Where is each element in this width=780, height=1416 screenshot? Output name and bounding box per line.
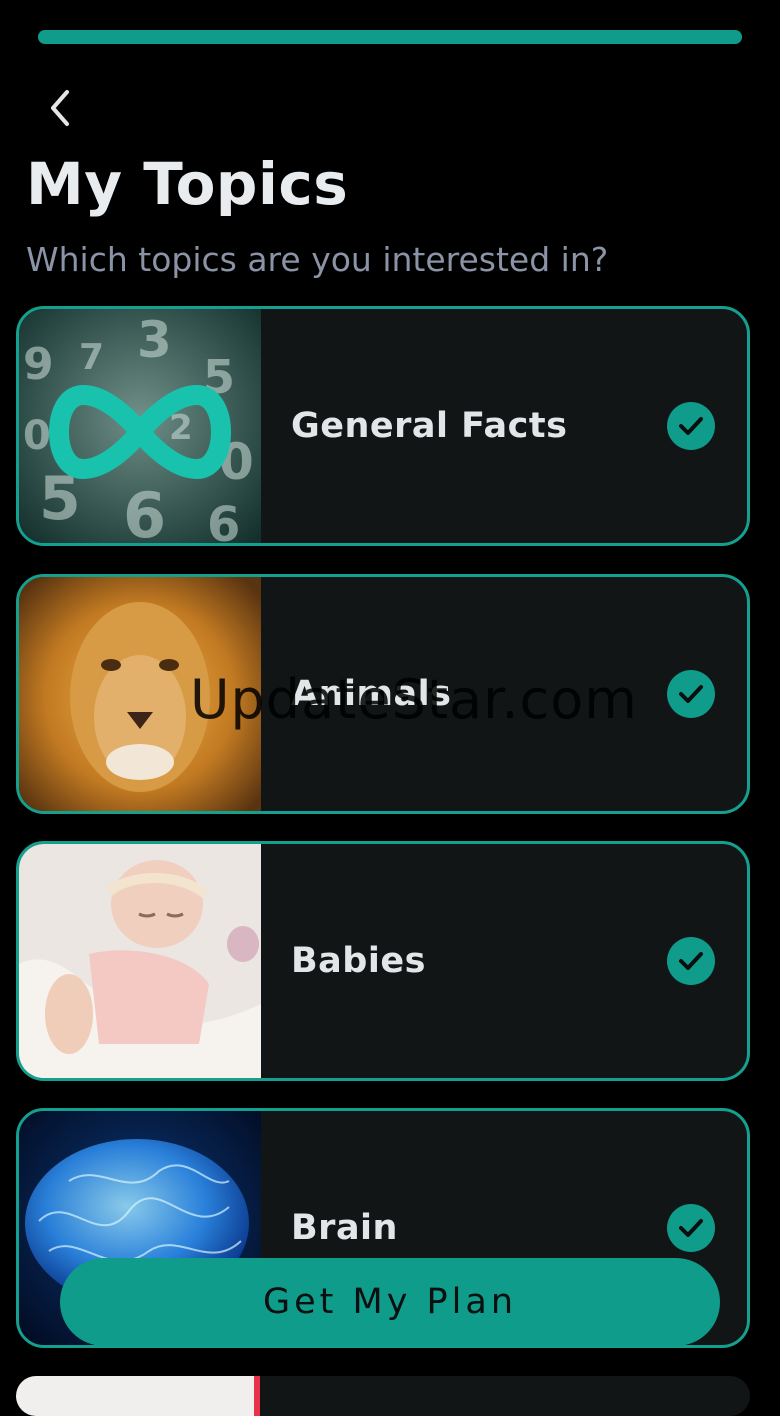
- back-button[interactable]: [36, 82, 84, 134]
- progress-bar: [38, 30, 742, 44]
- svg-text:7: 7: [79, 337, 104, 378]
- topic-label: Brain: [291, 1208, 398, 1248]
- check-icon: [667, 402, 715, 450]
- topic-card-partial[interactable]: [16, 1376, 750, 1416]
- svg-text:9: 9: [23, 339, 54, 390]
- topic-image-partial: [16, 1376, 258, 1416]
- topic-label: Animals: [291, 674, 452, 714]
- get-my-plan-button[interactable]: Get My Plan: [60, 1258, 720, 1346]
- check-icon: [667, 1204, 715, 1252]
- numbers-infinity-image: 9 7 3 5 0 5 6 6 0 2: [19, 309, 261, 543]
- page-title: My Topics: [26, 150, 349, 218]
- svg-text:6: 6: [207, 497, 240, 543]
- svg-text:0: 0: [23, 413, 51, 459]
- svg-text:6: 6: [123, 479, 166, 543]
- sleeping-baby-image: [19, 844, 261, 1078]
- image-edge: [254, 1376, 260, 1416]
- topic-label: Babies: [291, 941, 426, 981]
- check-icon: [667, 937, 715, 985]
- page-subtitle: Which topics are you interested in?: [26, 240, 609, 279]
- topic-card-animals[interactable]: Animals: [16, 574, 750, 814]
- topic-card-general-facts[interactable]: 9 7 3 5 0 5 6 6 0 2 General Facts: [16, 306, 750, 546]
- progress-fill: [38, 30, 742, 44]
- check-icon: [667, 670, 715, 718]
- chevron-left-icon: [51, 90, 69, 126]
- svg-text:3: 3: [137, 311, 172, 369]
- lion-image: [19, 577, 261, 811]
- topic-label: General Facts: [291, 406, 568, 446]
- topic-card-babies[interactable]: Babies: [16, 841, 750, 1081]
